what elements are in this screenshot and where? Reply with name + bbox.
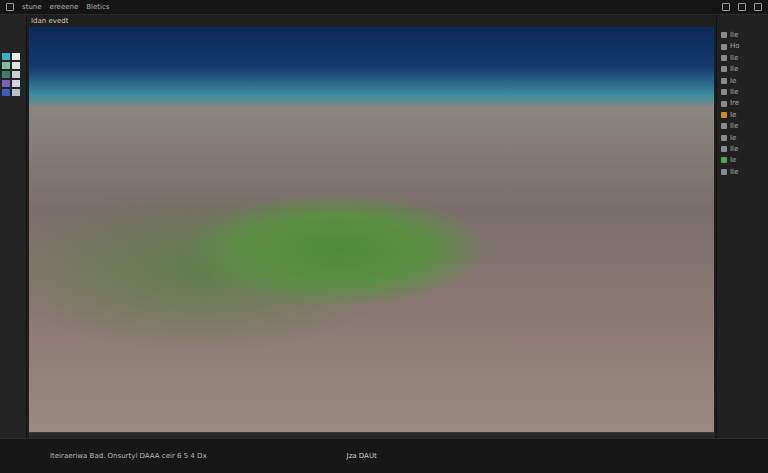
tool-icon bbox=[721, 89, 727, 95]
swatch-grid bbox=[2, 53, 24, 96]
tool-icon bbox=[721, 32, 727, 38]
left-panel bbox=[0, 15, 27, 438]
camera-icon[interactable] bbox=[722, 3, 730, 11]
color-swatch[interactable] bbox=[12, 53, 20, 60]
color-swatch[interactable] bbox=[12, 71, 20, 78]
color-swatch[interactable] bbox=[2, 80, 10, 87]
tool-label: Ie bbox=[730, 77, 736, 85]
tool-icon bbox=[721, 66, 727, 72]
tool-row[interactable]: Ire bbox=[721, 99, 765, 107]
tool-icon bbox=[721, 101, 727, 107]
tool-icon bbox=[721, 135, 727, 141]
tool-icon bbox=[721, 78, 727, 84]
menu-item[interactable]: stune bbox=[22, 4, 42, 11]
tool-label: Ie bbox=[730, 134, 736, 142]
tool-icon bbox=[721, 112, 727, 118]
right-panel: Ile Ho Ile Ile Ie Ile Ire Ie Ile Ie Ile Ie Ile bbox=[716, 15, 768, 438]
tool-row[interactable]: Ile bbox=[721, 31, 765, 39]
color-swatch[interactable] bbox=[2, 71, 10, 78]
tool-icon bbox=[721, 157, 727, 163]
color-swatch[interactable] bbox=[12, 80, 20, 87]
tool-label: Ire bbox=[730, 99, 739, 107]
tool-label: Ile bbox=[730, 88, 738, 96]
tool-label: Ile bbox=[730, 54, 738, 62]
tool-row[interactable]: Ie bbox=[721, 156, 765, 164]
close-icon[interactable] bbox=[754, 3, 762, 11]
tool-row[interactable]: Ile bbox=[721, 168, 765, 176]
status-text: Iteiraeriwa Bad. Onsurtyl DAAA ceir 6 5 … bbox=[50, 452, 207, 460]
viewport-title: Idan evedt bbox=[29, 15, 714, 27]
tool-icon bbox=[721, 169, 727, 175]
tool-icon bbox=[721, 146, 727, 152]
menu-item[interactable]: ereeene bbox=[50, 4, 79, 11]
tool-label: Ile bbox=[730, 31, 738, 39]
tool-row[interactable]: Ile bbox=[721, 145, 765, 153]
city-render-viewport[interactable] bbox=[29, 27, 714, 432]
tool-label: Ie bbox=[730, 111, 736, 119]
tool-label: Ile bbox=[730, 122, 738, 130]
tool-row[interactable]: Ile bbox=[721, 122, 765, 130]
color-swatch[interactable] bbox=[12, 89, 20, 96]
tool-label: Ho bbox=[730, 42, 740, 50]
app-window: stuneereeeneBleticsIdan evedtIleHoIleIle… bbox=[0, 0, 768, 473]
menu-item[interactable]: Bletics bbox=[86, 4, 109, 11]
tool-row[interactable]: Ile bbox=[721, 65, 765, 73]
tool-row[interactable]: Ie bbox=[721, 77, 765, 85]
tool-icon bbox=[721, 44, 727, 50]
tool-row[interactable]: Ile bbox=[721, 88, 765, 96]
tool-icon bbox=[721, 123, 727, 129]
status-center: Jza DAUt bbox=[347, 452, 377, 460]
color-swatch[interactable] bbox=[12, 62, 20, 69]
menu-icon[interactable] bbox=[6, 3, 14, 11]
tool-row[interactable]: Ile bbox=[721, 54, 765, 62]
color-swatch[interactable] bbox=[2, 89, 10, 96]
window-icon[interactable] bbox=[738, 3, 746, 11]
tool-label: Ile bbox=[730, 145, 738, 153]
tool-label: Ile bbox=[730, 168, 738, 176]
tool-row[interactable]: Ho bbox=[721, 42, 765, 50]
color-swatch[interactable] bbox=[2, 53, 10, 60]
tool-icon bbox=[721, 55, 727, 61]
tool-label: Ie bbox=[730, 156, 736, 164]
status-bar: Iteiraeriwa Bad. Onsurtyl DAAA ceir 6 5 … bbox=[0, 438, 768, 473]
tool-row[interactable]: Ie bbox=[721, 111, 765, 119]
tool-label: Ile bbox=[730, 65, 738, 73]
menu-bar: stune ereeene Bletics bbox=[0, 0, 768, 15]
tool-row[interactable]: Ie bbox=[721, 134, 765, 142]
color-swatch[interactable] bbox=[2, 62, 10, 69]
